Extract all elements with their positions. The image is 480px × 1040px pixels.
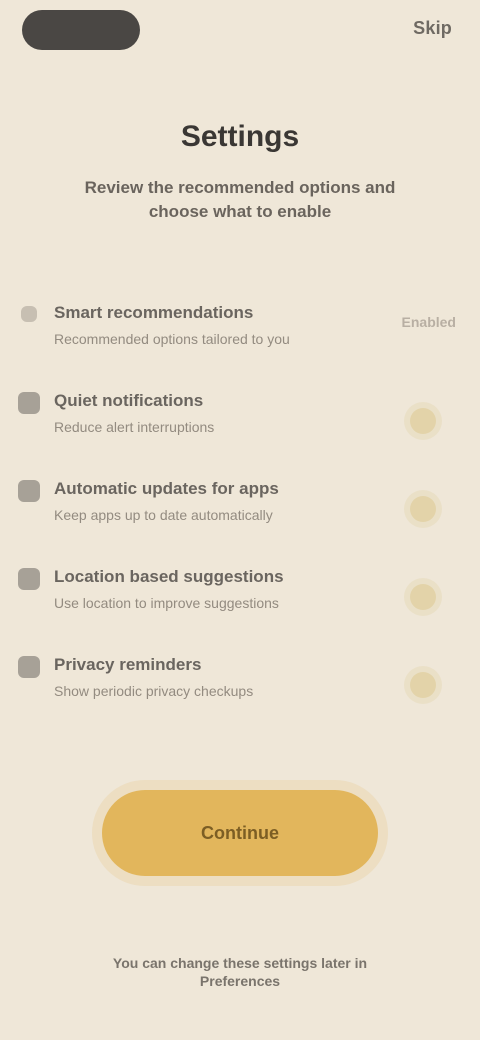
list-item[interactable]: Smart recommendations Recommended option…	[16, 292, 464, 380]
toggle-switch[interactable]	[410, 584, 436, 610]
setting-icon	[18, 480, 40, 502]
list-item-description: Use location to improve suggestions	[54, 595, 279, 611]
toggle-switch[interactable]	[410, 672, 436, 698]
setting-icon	[18, 568, 40, 590]
list-item-description: Reduce alert interruptions	[54, 419, 215, 435]
continue-button[interactable]: Continue	[102, 790, 378, 876]
setting-icon	[18, 656, 40, 678]
list-item-description: Show periodic privacy checkups	[54, 683, 254, 699]
settings-screen: Skip Settings Review the recommended opt…	[0, 0, 480, 1040]
list-item-title: Privacy reminders	[54, 655, 202, 674]
settings-list: Smart recommendations Recommended option…	[16, 292, 464, 732]
list-item-text: Location based suggestions Use location …	[54, 566, 354, 612]
list-item[interactable]: Privacy reminders Show periodic privacy …	[16, 644, 464, 732]
back-button[interactable]	[22, 10, 140, 50]
list-item-description: Recommended options tailored to you	[54, 331, 290, 347]
skip-link[interactable]: Skip	[413, 18, 452, 44]
list-item-description: Keep apps up to date automatically	[54, 507, 273, 523]
page-subtitle: Review the recommended options and choos…	[84, 178, 396, 221]
status-badge: Enabled	[401, 314, 456, 330]
list-item-title: Location based suggestions	[54, 567, 284, 586]
footer-note: You can change these settings later in P…	[112, 955, 368, 989]
toggle-switch[interactable]	[410, 496, 436, 522]
setting-icon	[18, 392, 40, 414]
list-item-text: Quiet notifications Reduce alert interru…	[54, 390, 354, 436]
list-item-title: Quiet notifications	[54, 391, 204, 410]
list-item-text: Automatic updates for apps Keep apps up …	[54, 478, 354, 524]
list-item-title: Automatic updates for apps	[54, 479, 279, 498]
list-item-text: Smart recommendations Recommended option…	[54, 302, 354, 348]
toggle-switch[interactable]	[410, 408, 436, 434]
page-title: Settings	[180, 120, 300, 153]
list-item[interactable]: Location based suggestions Use location …	[16, 556, 464, 644]
list-item[interactable]: Automatic updates for apps Keep apps up …	[16, 468, 464, 556]
list-item[interactable]: Quiet notifications Reduce alert interru…	[16, 380, 464, 468]
list-item-text: Privacy reminders Show periodic privacy …	[54, 654, 354, 700]
list-item-title: Smart recommendations	[54, 303, 254, 322]
setting-icon	[21, 306, 37, 322]
